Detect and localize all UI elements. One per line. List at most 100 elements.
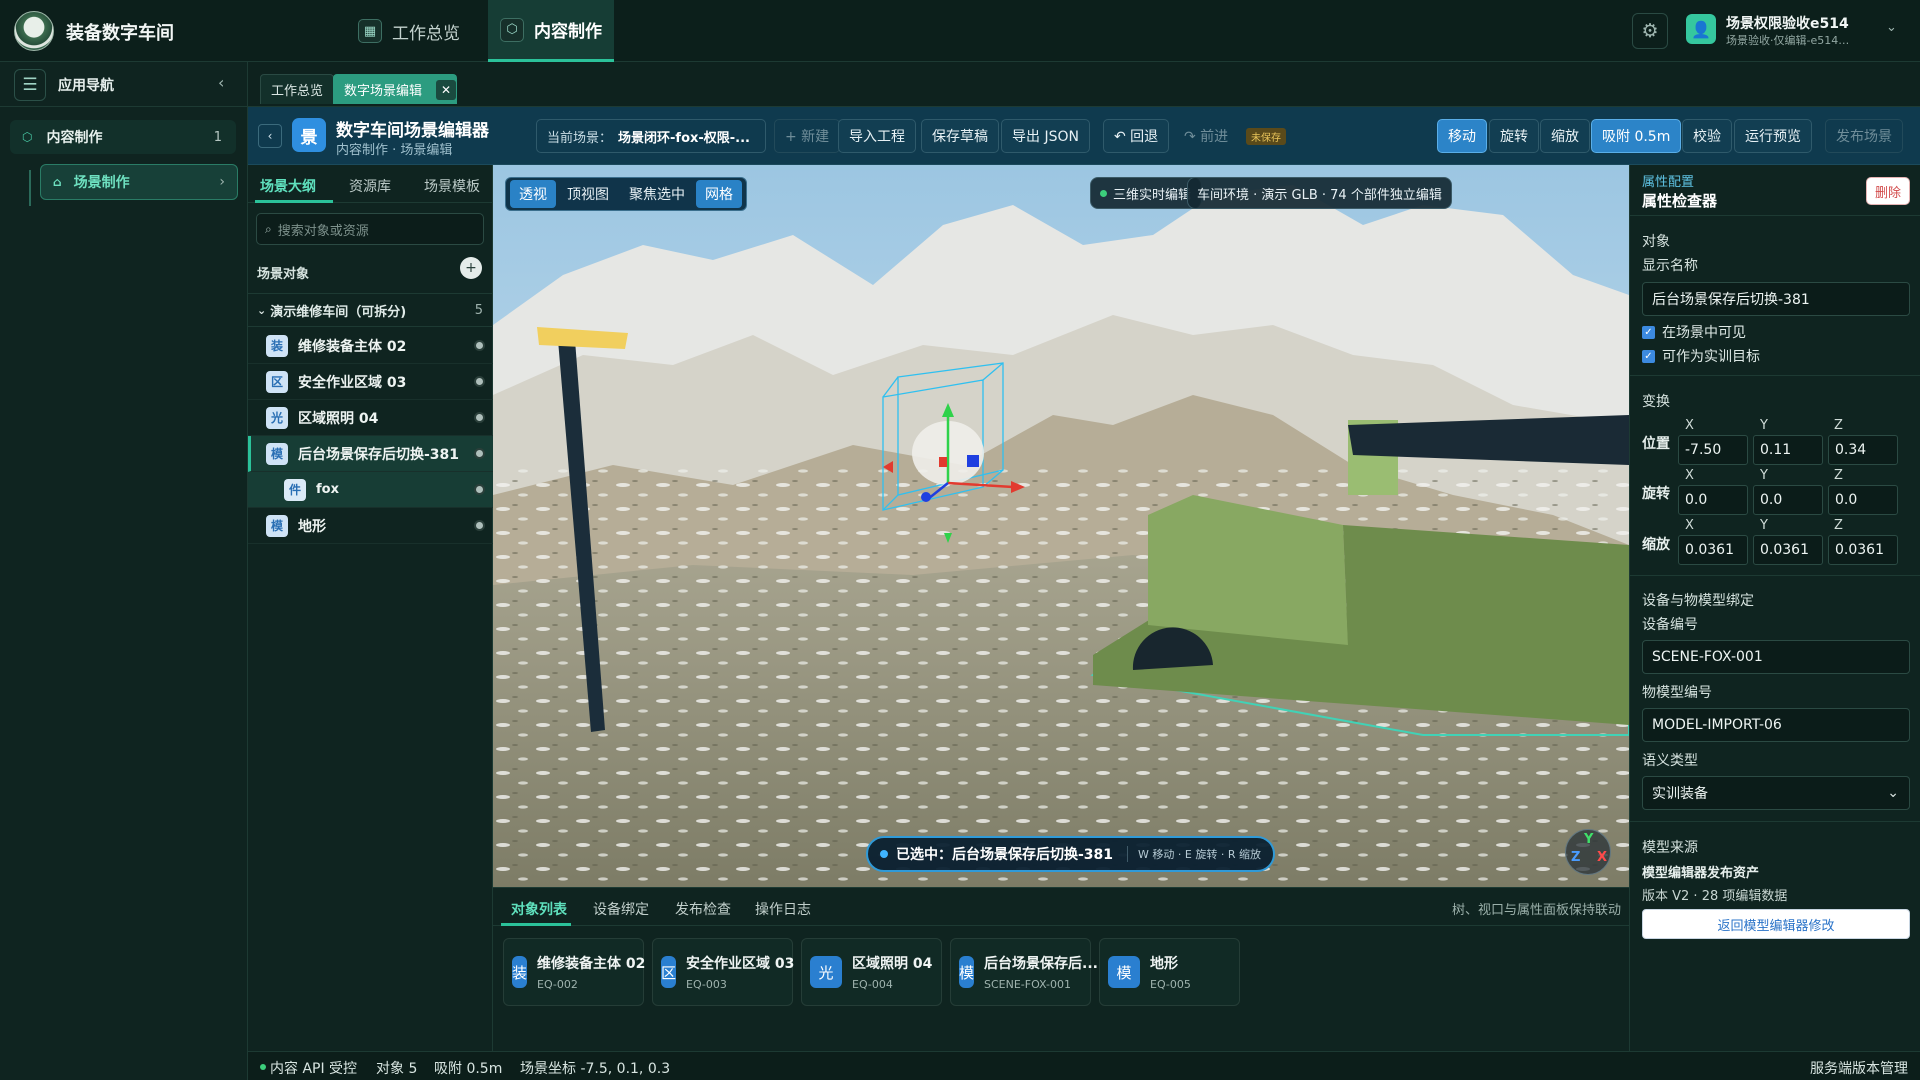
sidebar-item-scene-making[interactable]: ⌂ 场景制作 › xyxy=(40,164,238,200)
tab-object-list[interactable]: 对象列表 xyxy=(511,899,567,919)
move-tool-button[interactable]: 移动 xyxy=(1437,119,1487,153)
3d-viewport[interactable]: 透视 顶视图 聚焦选中 网格 三维实时编辑 车间环境 · 演示 GLB · 74… xyxy=(493,165,1629,887)
linkage-note: 树、视口与属性面板保持联动 xyxy=(1451,903,1621,918)
visibility-dot[interactable] xyxy=(476,522,483,529)
outline-item[interactable]: 模 地形 xyxy=(248,508,493,544)
position-z-input[interactable]: 0.34 xyxy=(1828,435,1898,465)
scale-tool-button[interactable]: 缩放 xyxy=(1540,119,1590,153)
rotate-tool-button[interactable]: 旋转 xyxy=(1489,119,1539,153)
delete-button[interactable]: 删除 xyxy=(1866,177,1910,205)
outline-item-child[interactable]: 件 fox xyxy=(248,472,493,508)
scene-group-label: 演示维修车间（可拆分) xyxy=(270,304,407,320)
chevron-down-icon[interactable]: ⌄ xyxy=(1886,20,1897,35)
top-view-button[interactable]: 顶视图 xyxy=(558,180,618,208)
scale-x-input[interactable]: 0.0361 xyxy=(1678,535,1748,565)
rotation-z-input[interactable]: 0.0 xyxy=(1828,485,1898,515)
axis-z-label: Z xyxy=(1834,468,1843,483)
save-draft-button[interactable]: 保存草稿 xyxy=(921,119,999,153)
visibility-dot[interactable] xyxy=(476,414,483,421)
visibility-dot[interactable] xyxy=(476,486,483,493)
back-button[interactable]: ‹ xyxy=(258,124,282,148)
orientation-gizmo[interactable]: Y Z X xyxy=(1565,829,1611,875)
server-version-management[interactable]: 服务端版本管理 xyxy=(1810,1058,1908,1078)
position-y-input[interactable]: 0.11 xyxy=(1753,435,1823,465)
axis-y-label: Y xyxy=(1760,418,1768,433)
visibility-dot[interactable] xyxy=(476,378,483,385)
snap-button[interactable]: 吸附 0.5m xyxy=(1591,119,1682,153)
tab-scene-templates[interactable]: 场景模板 xyxy=(424,176,480,196)
object-card[interactable]: 区 安全作业区域 03 EQ-003 xyxy=(652,938,794,1006)
page-title: 数字车间场景编辑器 xyxy=(336,121,489,141)
perspective-view-button[interactable]: 透视 xyxy=(510,180,556,208)
device-code-field[interactable]: SCENE-FOX-001 xyxy=(1642,640,1910,674)
outline-item[interactable]: 光 区域照明 04 xyxy=(248,400,493,436)
tab-resource-library[interactable]: 资源库 xyxy=(349,176,391,196)
tab-publish-check[interactable]: 发布检查 xyxy=(675,899,731,919)
search-input[interactable]: ⌕ 搜索对象或资源 xyxy=(256,213,484,245)
scale-y-input[interactable]: 0.0361 xyxy=(1753,535,1823,565)
object-card[interactable]: 光 区域照明 04 EQ-004 xyxy=(801,938,942,1006)
run-preview-button[interactable]: 运行预览 xyxy=(1734,119,1812,153)
close-icon[interactable]: ✕ xyxy=(436,79,457,100)
current-scene-selector[interactable]: 当前场景： 场景闭环-fox-权限-... xyxy=(536,119,766,153)
outline-item[interactable]: 装 维修装备主体 02 xyxy=(248,328,493,364)
visibility-dot[interactable] xyxy=(476,342,483,349)
focus-selected-button[interactable]: 聚焦选中 xyxy=(620,180,694,208)
outline-item-label: 地形 xyxy=(298,518,326,535)
visibility-dot[interactable] xyxy=(476,450,483,457)
semantic-type-select[interactable]: 实训装备 ⌄ xyxy=(1642,776,1910,810)
display-name-field[interactable]: 后台场景保存后切换-381 xyxy=(1642,282,1910,316)
hotkeys-hint: W 移动 · E 旋转 · R 缩放 xyxy=(1127,846,1261,862)
tab-scene-editor[interactable]: 数字场景编辑 ✕ xyxy=(333,74,458,104)
position-x-input[interactable]: -7.50 xyxy=(1678,435,1748,465)
trainable-checkbox[interactable]: ✓ 可作为实训目标 xyxy=(1642,346,1760,366)
property-inspector: 属性配置 属性检查器 删除 对象 显示名称 后台场景保存后切换-381 ✓ 在场景… xyxy=(1629,165,1920,1051)
model-code-field[interactable]: MODEL-IMPORT-06 xyxy=(1642,708,1910,742)
outline-item-selected[interactable]: 模 后台场景保存后切换-381 xyxy=(248,436,493,472)
menu-icon[interactable]: ☰ xyxy=(14,69,46,101)
tab-operation-log[interactable]: 操作日志 xyxy=(755,899,811,919)
grid-toggle-button[interactable]: 网格 xyxy=(696,180,742,208)
scale-z-input[interactable]: 0.0361 xyxy=(1828,535,1898,565)
topnav-overview[interactable]: ▦ 工作总览 xyxy=(346,0,472,62)
card-type-badge: 光 xyxy=(810,956,842,988)
avatar[interactable]: 👤 xyxy=(1686,14,1716,44)
item-type-badge: 光 xyxy=(266,406,288,429)
validate-button[interactable]: 校验 xyxy=(1682,119,1732,153)
scene-group[interactable]: ⌄ 演示维修车间（可拆分) 5 xyxy=(248,293,493,327)
tab-overview[interactable]: 工作总览 xyxy=(260,74,335,104)
return-to-model-editor-button[interactable]: 返回模型编辑器修改 xyxy=(1642,909,1910,939)
outline-item[interactable]: 区 安全作业区域 03 xyxy=(248,364,493,400)
outline-tabs: 场景大纲 资源库 场景模板 xyxy=(248,165,493,203)
redo-button[interactable]: ↷ 前进 xyxy=(1174,119,1238,153)
object-card[interactable]: 模 后台场景保存后... SCENE-FOX-001 xyxy=(950,938,1098,1006)
card-title: 区域照明 04 xyxy=(852,956,933,972)
collapse-icon[interactable]: ‹ xyxy=(218,73,224,92)
card-type-badge: 模 xyxy=(959,956,975,988)
rotation-y-input[interactable]: 0.0 xyxy=(1753,485,1823,515)
object-card[interactable]: 模 地形 EQ-005 xyxy=(1099,938,1240,1006)
undo-button[interactable]: ↶ 回退 xyxy=(1103,119,1170,153)
object-card[interactable]: 装 维修装备主体 02 EQ-002 xyxy=(503,938,645,1006)
sidebar-header: ☰ 应用导航 ‹ xyxy=(0,62,248,107)
topnav-content[interactable]: ⬡ 内容制作 xyxy=(488,0,614,62)
axis-x-label: X xyxy=(1685,468,1694,483)
tab-scene-outline[interactable]: 场景大纲 xyxy=(260,176,316,196)
rotation-x-input[interactable]: 0.0 xyxy=(1678,485,1748,515)
new-button[interactable]: + 新建 xyxy=(774,119,841,153)
tab-device-binding[interactable]: 设备绑定 xyxy=(593,899,649,919)
check-icon: ✓ xyxy=(1642,325,1655,339)
settings-button[interactable]: ⚙ xyxy=(1632,13,1668,49)
card-code: EQ-002 xyxy=(537,978,578,991)
import-button[interactable]: 导入工程 xyxy=(838,119,916,153)
card-type-badge: 装 xyxy=(512,956,528,988)
item-type-badge: 模 xyxy=(266,514,288,537)
export-json-button[interactable]: 导出 JSON xyxy=(1001,119,1090,153)
api-status: 内容 API 受控 xyxy=(270,1061,358,1077)
sidebar-section-content[interactable]: ⬡ 内容制作 1 xyxy=(10,120,236,154)
add-object-button[interactable]: + xyxy=(460,257,482,279)
visible-checkbox[interactable]: ✓ 在场景中可见 xyxy=(1642,322,1746,342)
outline-item-label: fox xyxy=(316,482,339,497)
props-title: 属性配置 xyxy=(1642,175,1695,190)
publish-scene-button[interactable]: 发布场景 xyxy=(1825,119,1903,153)
